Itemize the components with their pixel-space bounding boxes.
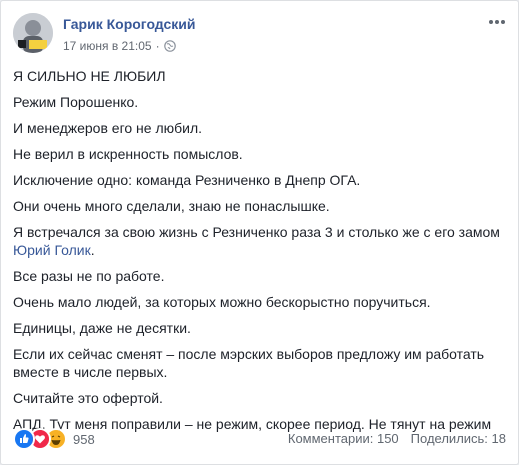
post-paragraph: Если их сейчас сменят – после мэрских вы… [13, 346, 485, 380]
post-paragraph: И менеджеров его не любил. [13, 120, 203, 136]
post-card: Гарик Корогодский 17 июня в 21:05 · Я СИ… [0, 0, 519, 465]
comments-count[interactable]: Комментарии: 150 [288, 431, 399, 446]
reaction-count[interactable]: 958 [73, 432, 95, 447]
post-paragraph: Очень мало людей, за которых можно беско… [13, 294, 431, 310]
post-paragraph: Они очень много сделали, знаю не понаслы… [13, 198, 330, 214]
post-paragraph: Исключение одно: команда Резниченко в Дн… [13, 172, 361, 188]
post-paragraph: Я СИЛЬНО НЕ ЛЮБИЛ [13, 68, 166, 84]
post-paragraph: Режим Порошенко. [13, 94, 139, 110]
post-paragraph: Считайте это офертой. [13, 390, 163, 406]
post-paragraph-mention: Я встречался за свою жизнь с Резниченко … [13, 223, 508, 259]
mention-link[interactable]: Юрий Голик [13, 242, 91, 258]
avatar[interactable] [13, 13, 53, 53]
post-paragraph: Единицы, даже не десятки. [13, 320, 191, 336]
post-header: Гарик Корогодский 17 июня в 21:05 · [13, 13, 506, 57]
mention-after: . [90, 242, 95, 258]
globe-icon[interactable] [163, 40, 176, 52]
reactions-summary[interactable]: 958 [13, 428, 95, 450]
shares-count[interactable]: Поделились: 18 [411, 431, 506, 446]
post-paragraph: Все разы не по работе. [13, 268, 165, 284]
author-name[interactable]: Гарик Корогодский [63, 16, 196, 32]
post-body: Я СИЛЬНО НЕ ЛЮБИЛ Режим Порошенко. И мен… [13, 67, 508, 441]
meta-separator: · [155, 39, 160, 53]
post-stats: Комментарии: 150 Поделились: 18 [288, 431, 506, 446]
post-paragraph: Не верил в искренность помыслов. [13, 146, 243, 162]
post-meta: 17 июня в 21:05 · [63, 39, 176, 53]
post-timestamp[interactable]: 17 июня в 21:05 [63, 39, 152, 53]
avatar-image [13, 13, 53, 53]
mention-text: Я встречался за свою жизнь с Резниченко … [13, 224, 500, 240]
like-icon [13, 428, 35, 450]
post-footer: 958 Комментарии: 150 Поделились: 18 [13, 428, 506, 450]
more-horizontal-icon[interactable] [488, 15, 506, 27]
